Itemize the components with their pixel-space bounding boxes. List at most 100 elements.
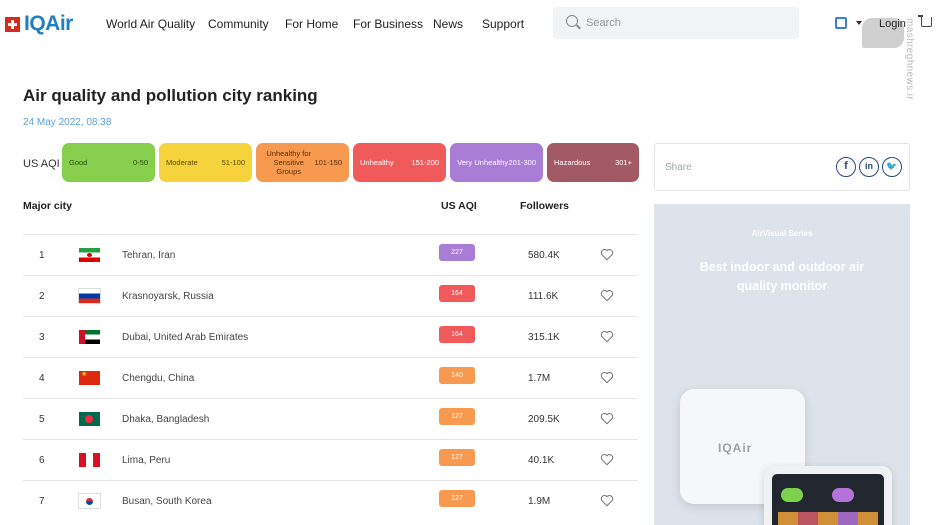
watermark-text: mashreghnews.ir [904, 18, 915, 101]
table-row[interactable]: 3 Dubai, United Arab Emirates 164 315.1K [23, 316, 638, 357]
ad-series-label: AirVisual Series [751, 229, 813, 238]
heart-icon[interactable] [600, 248, 614, 261]
bangladesh-flag-icon [79, 412, 100, 426]
aqi-badge: 140 [439, 367, 475, 384]
row-city[interactable]: Krasnoyarsk, Russia [122, 291, 214, 302]
device-logo: IQAir [718, 441, 753, 455]
legend-level-range: 201-300 [508, 158, 536, 167]
peru-flag-icon [79, 453, 100, 467]
page-date: 24 May 2022, 08:38 [23, 117, 112, 128]
row-city[interactable]: Dhaka, Bangladesh [122, 414, 209, 425]
linkedin-icon[interactable]: in [859, 157, 879, 177]
ad-title: Best indoor and outdoor air quality moni… [699, 260, 865, 293]
column-header-city: Major city [23, 200, 73, 212]
row-followers: 209.5K [528, 414, 560, 425]
table-row[interactable]: 2 Krasnoyarsk, Russia 164 111.6K [23, 275, 638, 316]
language-icon[interactable] [835, 17, 847, 29]
top-navigation: IQAir World Air Quality Community For Ho… [0, 0, 940, 100]
column-header-aqi: US AQI [441, 200, 477, 212]
legend-unhealthy-sensitive: Unhealthy for Sensitive Groups 101-150 [256, 143, 349, 182]
iran-flag-icon [79, 248, 100, 262]
search-icon [566, 15, 578, 27]
table-row[interactable]: 1 Tehran, Iran 227 580.4K [23, 234, 638, 275]
iqair-logo[interactable]: IQAir [5, 12, 73, 36]
search-placeholder: Search [586, 17, 621, 29]
aqi-badge: 227 [439, 244, 475, 261]
table-row[interactable]: 4 Chengdu, China 140 1.7M [23, 357, 638, 398]
heart-icon[interactable] [600, 371, 614, 384]
table-row[interactable]: 7 Busan, South Korea 127 1.9M [23, 480, 638, 521]
swiss-flag-icon [5, 16, 20, 32]
airvisual-ad-banner[interactable]: AirVisual Series Best indoor and outdoor… [654, 204, 910, 525]
row-city[interactable]: Busan, South Korea [122, 496, 212, 507]
heart-icon[interactable] [600, 412, 614, 425]
legend-good: Good 0-50 [62, 143, 155, 182]
row-rank: 5 [39, 414, 45, 425]
legend-hazardous: Hazardous 301+ [547, 143, 639, 182]
logo-text: IQAir [24, 12, 73, 35]
history-bars [778, 512, 878, 525]
row-followers: 40.1K [528, 455, 555, 466]
row-rank: 6 [39, 455, 45, 466]
uae-flag-icon [79, 330, 100, 344]
monitor-screen [772, 474, 884, 525]
legend-level-range: 301+ [615, 158, 632, 167]
legend-level-name: Moderate [166, 158, 198, 167]
outdoor-reading-indicator [832, 488, 854, 502]
share-panel: Share f in 🐦 [654, 143, 910, 191]
row-followers: 111.6K [528, 291, 559, 302]
legend-level-range: 101-150 [314, 158, 342, 167]
legend-level-name: Unhealthy for Sensitive Groups [266, 149, 312, 176]
heart-icon[interactable] [600, 330, 614, 343]
table-row[interactable]: 5 Dhaka, Bangladesh 127 209.5K [23, 398, 638, 439]
row-rank: 1 [39, 250, 45, 261]
legend-level-range: 151-200 [411, 158, 439, 167]
nav-world-air-quality[interactable]: World Air Quality [106, 17, 195, 31]
aqi-badge: 127 [439, 449, 475, 466]
legend-label: US AQI [23, 158, 60, 170]
aqi-badge: 127 [439, 490, 475, 507]
legend-level-range: 51-100 [221, 158, 245, 167]
aqi-badge: 164 [439, 285, 475, 302]
row-followers: 1.9M [528, 496, 551, 507]
nav-community[interactable]: Community [208, 17, 269, 31]
row-rank: 3 [39, 332, 45, 343]
heart-icon[interactable] [600, 289, 614, 302]
legend-level-name: Hazardous [554, 158, 591, 167]
aqi-badge: 127 [439, 408, 475, 425]
row-rank: 7 [39, 496, 45, 507]
legend-level-range: 0-50 [132, 158, 148, 167]
nav-support[interactable]: Support [482, 17, 524, 31]
legend-moderate: Moderate 51-100 [159, 143, 252, 182]
legend-level-name: Unhealthy [360, 158, 394, 167]
twitter-icon[interactable]: 🐦 [882, 157, 902, 177]
row-rank: 2 [39, 291, 45, 302]
chevron-down-icon[interactable] [856, 21, 862, 25]
russia-flag-icon [78, 288, 101, 304]
china-flag-icon [79, 371, 100, 385]
nav-news[interactable]: News [433, 17, 463, 31]
login-link[interactable]: Login [879, 18, 906, 30]
cart-icon[interactable] [918, 15, 932, 27]
south-korea-flag-icon [78, 493, 101, 509]
air-monitor-image [764, 466, 892, 525]
row-followers: 580.4K [528, 250, 560, 261]
nav-for-home[interactable]: For Home [285, 17, 338, 31]
heart-icon[interactable] [600, 453, 614, 466]
nav-for-business[interactable]: For Business [353, 17, 423, 31]
column-header-followers: Followers [520, 200, 570, 212]
legend-level-name: Good [69, 158, 88, 167]
page-title: Air quality and pollution city ranking [23, 86, 318, 105]
facebook-icon[interactable]: f [836, 157, 856, 177]
table-row[interactable]: 6 Lima, Peru 127 40.1K [23, 439, 638, 480]
row-city[interactable]: Chengdu, China [122, 373, 194, 384]
row-city[interactable]: Lima, Peru [122, 455, 170, 466]
row-city[interactable]: Dubai, United Arab Emirates [122, 332, 248, 343]
search-input[interactable]: Search [553, 7, 799, 39]
legend-level-name: Very Unhealthy [457, 158, 509, 167]
row-followers: 1.7M [528, 373, 551, 384]
legend-very-unhealthy: Very Unhealthy 201-300 [450, 143, 543, 182]
indoor-reading-indicator [781, 488, 803, 502]
heart-icon[interactable] [600, 494, 614, 507]
row-city[interactable]: Tehran, Iran [122, 250, 175, 261]
